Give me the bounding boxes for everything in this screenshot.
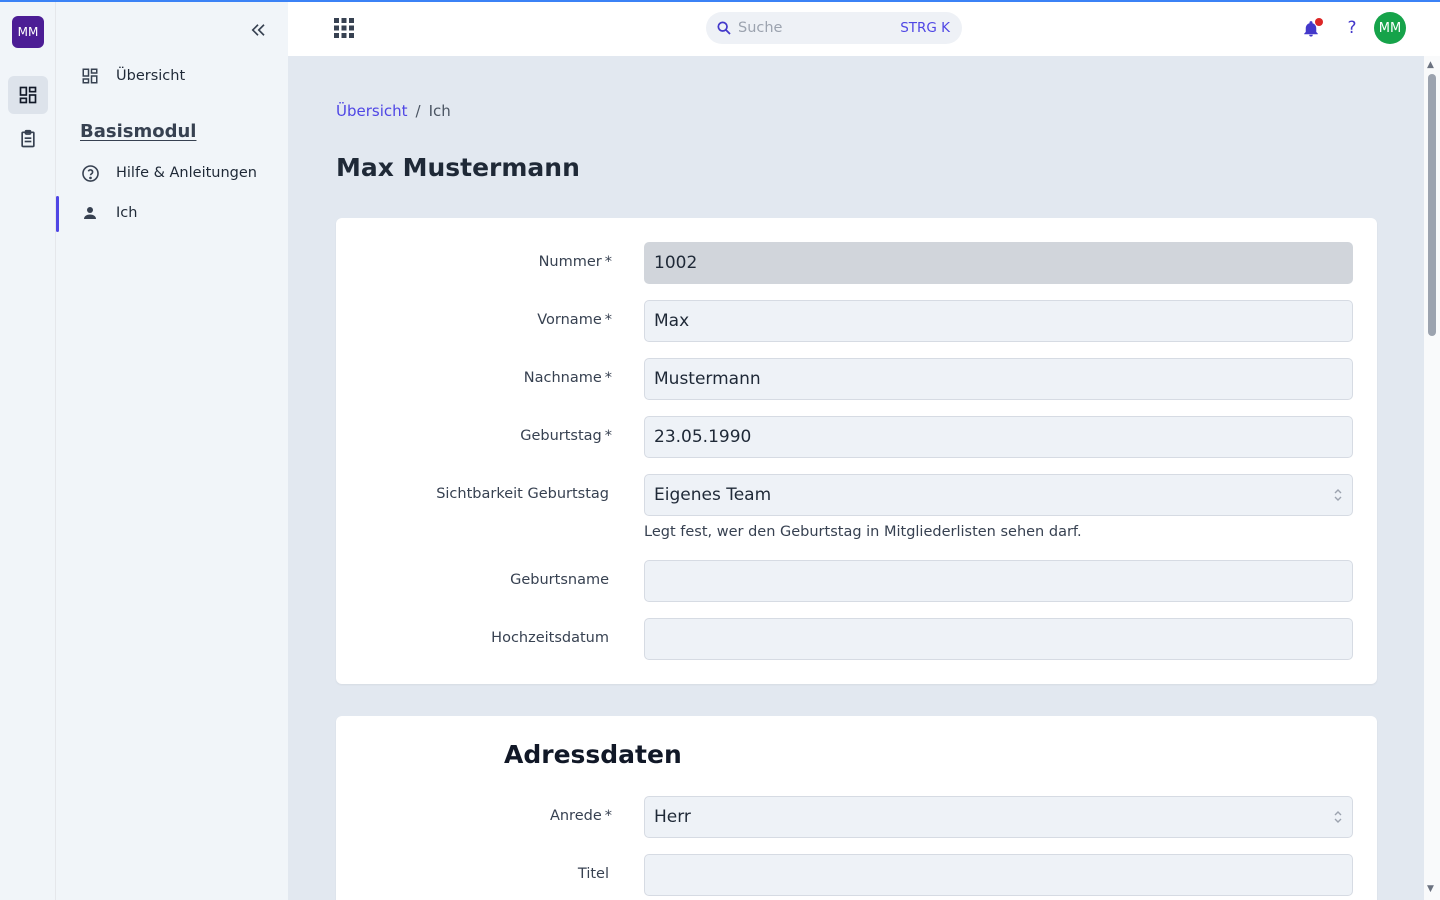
firstname-field[interactable]: Max — [644, 300, 1353, 342]
scrollbar-thumb[interactable] — [1428, 74, 1436, 336]
collapse-sidebar-button[interactable] — [246, 18, 270, 42]
form-row-salutation: Anrede * Herr — [336, 796, 1377, 838]
sidebar-item-label: Hilfe & Anleitungen — [116, 165, 257, 181]
form-row-birthday: Geburtstag * 23.05.1990 — [336, 416, 1377, 458]
notification-dot — [1315, 18, 1323, 26]
search-placeholder: Suche — [738, 20, 783, 36]
sidebar-section-heading[interactable]: Basismodul — [80, 121, 196, 142]
double-chevron-left-icon — [251, 24, 265, 36]
field-label: Anrede * — [549, 808, 612, 824]
sidebar-item-overview[interactable]: Übersicht — [80, 58, 185, 94]
birthname-field[interactable] — [644, 560, 1353, 602]
notifications-button[interactable] — [1302, 16, 1324, 40]
field-label: Geburtsname — [510, 572, 609, 588]
scroll-down-icon[interactable]: ▼ — [1427, 884, 1434, 894]
search-icon — [716, 20, 732, 36]
rail-dashboard-button[interactable] — [8, 76, 48, 114]
field-label: Hochzeitsdatum — [491, 630, 609, 646]
breadcrumb-current: Ich — [428, 102, 451, 120]
birthday-visibility-hint: Legt fest, wer den Geburtstag in Mitglie… — [644, 524, 1082, 540]
birthday-field[interactable]: 23.05.1990 — [644, 416, 1353, 458]
page-title: Max Mustermann — [336, 153, 580, 182]
field-label: Sichtbarkeit Geburtstag — [436, 486, 609, 502]
form-row-wedding-date: Hochzeitsdatum — [336, 618, 1377, 660]
sidebar-item-label: Übersicht — [116, 68, 186, 84]
address-section-title: Adressdaten — [504, 740, 682, 769]
sidebar-item-label: Ich — [116, 205, 138, 221]
help-button[interactable]: ? — [1344, 16, 1360, 40]
sidebar-item-help[interactable]: Hilfe & Anleitungen — [80, 155, 257, 191]
sidebar: Übersicht Basismodul Hilfe & Anleitungen… — [56, 0, 288, 900]
active-indicator — [56, 196, 59, 232]
top-accent-line — [0, 0, 1440, 2]
workspace-logo[interactable]: MM — [12, 16, 44, 48]
select-arrows-icon — [1333, 487, 1343, 503]
title-field[interactable] — [644, 854, 1353, 896]
form-row-number: Nummer * 1002 — [336, 242, 1377, 284]
personal-data-card: Nummer * 1002 Vorname * Max Nachname * Must… — [336, 218, 1377, 684]
form-row-title: Titel — [336, 854, 1377, 896]
search-shortcut: STRG K — [900, 20, 950, 36]
icon-rail: MM — [0, 0, 56, 900]
field-label: Nachname * — [523, 370, 612, 386]
breadcrumb-home-link[interactable]: Übersicht — [336, 102, 408, 120]
address-card: Adressdaten Anrede * Herr Titel — [336, 716, 1377, 900]
birthday-visibility-select[interactable]: Eigenes Team — [644, 474, 1353, 516]
form-row-firstname: Vorname * Max — [336, 300, 1377, 342]
form-row-lastname: Nachname * Mustermann — [336, 358, 1377, 400]
salutation-select[interactable]: Herr — [644, 796, 1353, 838]
wedding-date-field[interactable] — [644, 618, 1353, 660]
select-arrows-icon — [1333, 809, 1343, 825]
field-label: Vorname * — [537, 312, 612, 328]
apps-grid-icon — [334, 18, 354, 38]
rail-clipboard-button[interactable] — [8, 120, 48, 158]
field-label: Geburtstag * — [520, 428, 612, 444]
avatar[interactable]: MM — [1374, 12, 1406, 44]
lastname-field[interactable]: Mustermann — [644, 358, 1353, 400]
field-label: Nummer * — [538, 254, 612, 270]
form-row-birthday-visibility: Sichtbarkeit Geburtstag Eigenes Team — [336, 474, 1377, 516]
app-launcher-button[interactable] — [332, 16, 356, 40]
dashboard-icon — [80, 66, 100, 86]
help-circle-icon — [80, 163, 100, 183]
breadcrumb-separator: / — [415, 102, 421, 120]
field-label: Titel — [577, 866, 609, 882]
person-icon — [80, 203, 100, 223]
number-field: 1002 — [644, 242, 1353, 284]
breadcrumb: Übersicht / Ich — [336, 102, 451, 120]
form-row-birthname: Geburtsname — [336, 560, 1377, 602]
scroll-up-icon[interactable]: ▲ — [1427, 60, 1434, 70]
search-input[interactable]: Suche STRG K — [706, 12, 962, 44]
top-header: Suche STRG K ? MM — [288, 0, 1440, 56]
clipboard-icon — [21, 129, 35, 148]
sidebar-item-me[interactable]: Ich — [80, 195, 137, 231]
page-scrollbar[interactable]: ▲ ▼ — [1424, 56, 1440, 900]
dashboard-icon — [19, 86, 37, 104]
